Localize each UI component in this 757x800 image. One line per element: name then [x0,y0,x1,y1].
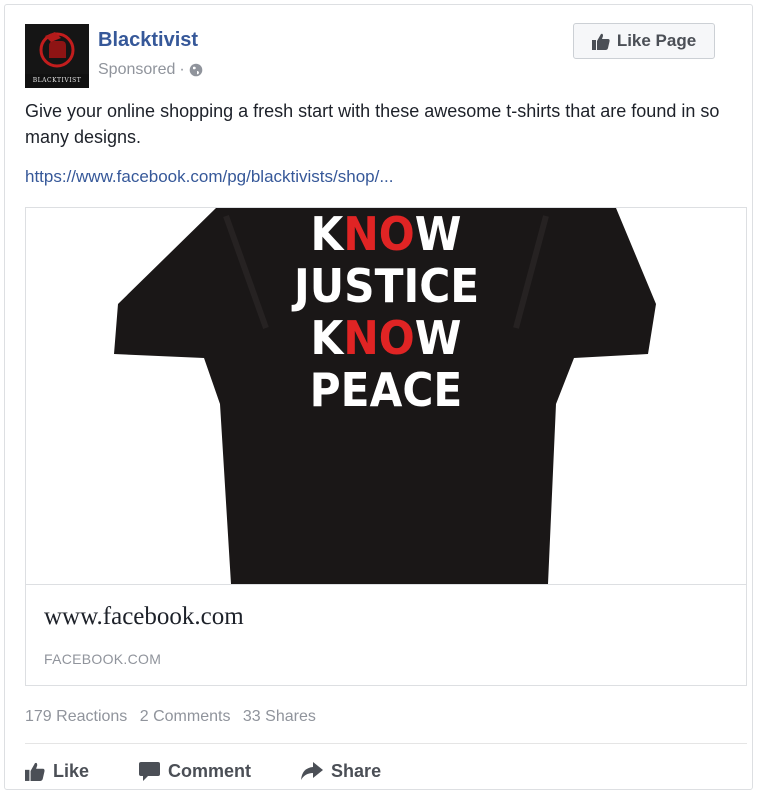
link-domain-caption: FACEBOOK.COM [44,651,162,667]
post-actions-bar: Like Comment Share [25,754,431,788]
thumbs-up-icon [591,33,610,50]
fist-logo-icon [25,24,89,74]
comments-count[interactable]: 2 Comments [140,708,231,725]
share-label: Share [331,760,382,781]
link-title[interactable]: www.facebook.com [44,603,244,631]
like-button[interactable]: Like [25,761,89,782]
actions-divider [25,743,747,744]
sponsored-label[interactable]: Sponsored [98,61,175,79]
like-page-button[interactable]: Like Page [573,23,715,59]
reactions-count[interactable]: 179 Reactions [25,708,127,725]
speech-bubble-icon [139,761,161,781]
link-preview-box[interactable]: www.facebook.com FACEBOOK.COM [26,584,746,685]
like-page-label: Like Page [616,31,697,50]
page-avatar[interactable]: BLACKTIVIST [25,24,89,88]
share-button[interactable]: Share [301,761,381,782]
sponsored-post-card: BLACKTIVIST Blacktivist Sponsored · Like… [4,4,753,790]
post-shop-link[interactable]: https://www.facebook.com/pg/blacktivists… [25,167,394,187]
engagement-counts: 179 Reactions 2 Comments 33 Shares [25,708,324,726]
like-label: Like [53,760,90,781]
share-arrow-icon [301,762,324,780]
globe-icon [189,63,203,77]
thumbs-up-icon [25,762,45,781]
tshirt-image[interactable]: KNOW JUSTICE KNOW PEACE [26,208,746,584]
post-meta: Sponsored · [98,61,203,79]
meta-separator: · [179,61,185,78]
avatar-caption: BLACKTIVIST [32,77,82,84]
link-attachment[interactable]: KNOW JUSTICE KNOW PEACE www.facebook.com… [25,207,747,686]
slogan-line-1: KNOW [310,208,462,261]
slogan-line-4: PEACE [309,363,463,417]
page-name-link[interactable]: Blacktivist [98,29,198,52]
slogan-line-2: JUSTICE [294,259,480,313]
post-body-text: Give your online shopping a fresh start … [25,101,720,147]
tshirt-slogan: KNOW JUSTICE KNOW PEACE [294,208,480,417]
shares-count[interactable]: 33 Shares [243,708,316,725]
comment-button[interactable]: Comment [139,761,251,782]
slogan-line-3: KNOW [310,311,462,365]
comment-label: Comment [168,760,252,781]
